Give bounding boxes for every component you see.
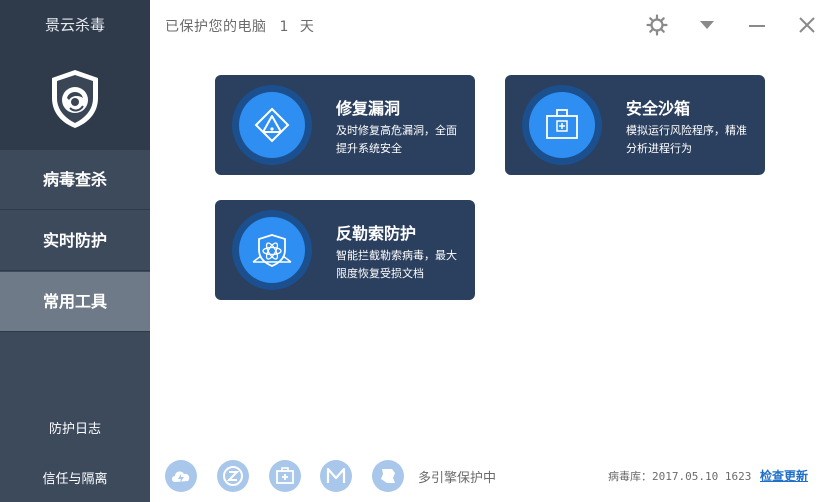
brand-area: 景云杀毒 [0, 0, 150, 150]
network-engine-icon[interactable] [372, 460, 404, 492]
menu-button[interactable] [695, 13, 719, 37]
card-title: 反勒索防护 [336, 224, 417, 243]
shield-logo-icon [52, 70, 98, 128]
close-button[interactable] [795, 13, 819, 37]
days-unit: 天 [299, 19, 315, 35]
card-description: 模拟运行风险程序，精准分析进程行为 [626, 124, 747, 155]
settings-button[interactable] [645, 13, 669, 37]
card-description: 智能拦截勒索病毒，最大限度恢复受损文档 [336, 249, 457, 280]
virus-db-version: 2017.05.10 1623 [652, 470, 752, 483]
status-prefix: 已保护您的电脑 [165, 19, 267, 35]
tool-card-fix-vulnerability[interactable]: 修复漏洞 及时修复高危漏洞，全面提升系统安全 [215, 75, 475, 175]
virus-db-info: 病毒库：2017.05.10 1623 [608, 468, 751, 484]
tool-card-sandbox[interactable]: 安全沙箱 模拟运行风险程序，精准分析进程行为 [505, 75, 765, 175]
protection-status: 已保护您的电脑 1 天 [165, 16, 314, 36]
trust-quarantine-link[interactable]: 信任与隔离 [0, 468, 150, 487]
app-title: 景云杀毒 [44, 16, 105, 34]
z-engine-icon[interactable] [217, 460, 249, 492]
minimize-icon [749, 25, 765, 27]
card-title: 安全沙箱 [626, 99, 691, 118]
m-engine-icon[interactable] [320, 460, 352, 492]
protection-log-link[interactable]: 防护日志 [0, 418, 150, 437]
ransomware-shield-icon [239, 217, 305, 283]
app-window: 景云杀毒 病毒查杀 实时防护 常用工具 防护日志 信任与隔离 已保护您的电脑 1… [0, 0, 830, 502]
engine-status: 多引擎保护中 [418, 471, 497, 486]
virus-db-label: 病毒库： [608, 470, 652, 483]
card-title: 修复漏洞 [336, 99, 401, 118]
card-description: 及时修复高危漏洞，全面提升系统安全 [336, 124, 457, 155]
sandbox-box-icon [529, 92, 595, 158]
minimize-button[interactable] [745, 13, 769, 37]
protected-days: 1 [279, 19, 289, 35]
gear-icon [646, 14, 668, 36]
nav-virus-scan[interactable]: 病毒查杀 [0, 150, 150, 210]
nav-common-tools[interactable]: 常用工具 [0, 272, 150, 332]
cloud-engine-icon[interactable] [165, 460, 197, 492]
check-update-link[interactable]: 检查更新 [760, 467, 808, 484]
tool-card-anti-ransomware[interactable]: 反勒索防护 智能拦截勒索病毒，最大限度恢复受损文档 [215, 200, 475, 300]
sidebar: 景云杀毒 病毒查杀 实时防护 常用工具 防护日志 信任与隔离 [0, 0, 150, 502]
close-icon [799, 17, 815, 33]
vulnerability-shield-icon [239, 92, 305, 158]
chevron-down-icon [700, 21, 714, 29]
medical-kit-icon[interactable] [269, 460, 301, 492]
nav-realtime-protection[interactable]: 实时防护 [0, 211, 150, 271]
